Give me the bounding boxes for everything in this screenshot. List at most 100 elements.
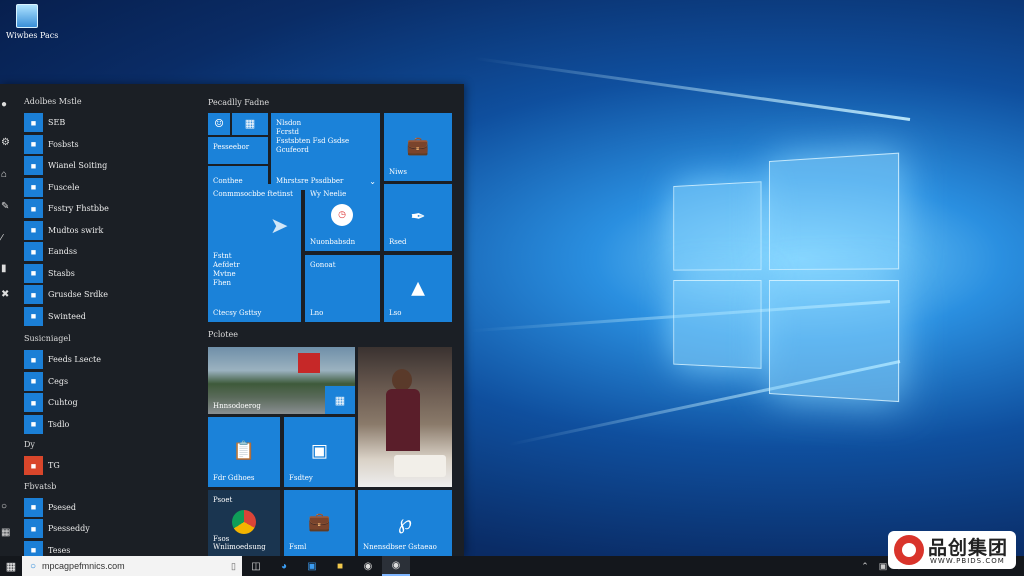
network-icon[interactable]: ▣ — [879, 561, 888, 572]
app-item[interactable]: ■ Cegs — [24, 371, 194, 393]
briefcase-icon: 💼 — [406, 135, 430, 157]
app-item[interactable]: ■ Psesed — [24, 497, 194, 519]
app-label: Stasbs — [48, 268, 75, 278]
tile-t14[interactable]: 💼 Fsml — [284, 490, 355, 556]
obs-icon: ◉ — [391, 559, 401, 571]
tile-label: Gonoat — [310, 261, 336, 269]
app-item[interactable]: ■ SEB — [24, 112, 194, 134]
app-item[interactable]: ■ Cuhtog — [24, 392, 194, 414]
recycle-bin-icon — [16, 4, 38, 28]
app-item[interactable]: ■ Psesseddy — [24, 518, 194, 540]
tile-people[interactable]: ☺ — [208, 113, 230, 135]
tile-t9[interactable]: ▲ Lso — [384, 255, 452, 322]
all-apps-icon[interactable]: ▦ — [1, 528, 11, 538]
tile-t10[interactable]: Hnnsodoerog ▦ — [208, 347, 355, 414]
app-item[interactable]: ■ Fuscele — [24, 177, 194, 199]
tile-t12[interactable]: ▣ Fsdtey — [284, 417, 355, 487]
tile-label: Nnensdbser Gstaeao — [363, 543, 437, 551]
watermark-url: WWW.PBIDS.COM — [930, 557, 1005, 565]
search-box[interactable]: ○ mpcagpefmnics.com ▯ — [22, 556, 242, 576]
brand-mark — [894, 535, 924, 565]
app-label: Teses — [48, 545, 71, 555]
tile-line: Gcufeord — [276, 146, 309, 154]
task-view-icon: ◫ — [251, 560, 261, 572]
chrome-icon: ◉ — [363, 560, 373, 572]
person-head — [392, 369, 412, 391]
app-item[interactable]: ■ Tsdlo — [24, 414, 194, 436]
search-input[interactable]: mpcagpefmnics.com — [42, 561, 125, 571]
tile-line: Fcrstd — [276, 128, 300, 136]
app-label: Fsstry Fhstbbe — [48, 204, 109, 214]
windows-logo-wallpaper — [673, 141, 912, 419]
app-item[interactable]: ■ Grusdse Srdke — [24, 284, 194, 306]
file-explorer-button[interactable]: ■ — [326, 556, 354, 576]
tile-label: Fdr Gdhoes — [213, 474, 255, 482]
tile-text: Nlsdon Fcrstd Fsstsbten Fsd Gsdse Gcufeo… — [276, 119, 349, 155]
start-menu: ● ⚙ ⌂ ✎ ∕ ▮ ✖ ○ ▦ Adolbes Mstle ■ SEB ■ Fo… — [0, 84, 464, 560]
tile-t8[interactable]: Gonoat Lno — [305, 255, 380, 322]
store-button[interactable]: ▣ — [298, 556, 326, 576]
app-item[interactable]: ■ Stasbs — [24, 263, 194, 285]
tile-t11[interactable]: 📋 Fdr Gdhoes — [208, 417, 280, 487]
app-list: Adolbes Mstle ■ SEB ■ Fosbsts ■ Wianel Soit… — [24, 92, 194, 561]
app-label: SEB — [48, 118, 66, 128]
app-label: Cuhtog — [48, 398, 78, 408]
obs-button[interactable]: ◉ — [382, 556, 410, 576]
start-button[interactable]: ▦ — [0, 556, 22, 576]
folder-icon: ■ — [336, 560, 344, 572]
tile-label: Fsml — [289, 543, 307, 551]
document-icon[interactable]: ▮ — [1, 264, 11, 274]
tile-t3[interactable]: Nlsdon Fcrstd Fsstsbten Fsd Gsdse Gcufeo… — [271, 113, 380, 190]
tile-person-photo[interactable] — [358, 347, 452, 487]
app-item[interactable]: ■ Wianel Soiting — [24, 155, 194, 177]
app-icon: ■ — [24, 156, 43, 176]
food-platter — [394, 455, 446, 477]
tools-icon[interactable]: ✖ — [1, 290, 11, 300]
tile-t7[interactable]: ✒ Rsed — [384, 184, 452, 251]
tile-line: Fhen — [213, 279, 232, 287]
app-item[interactable]: ■ TG — [24, 455, 194, 477]
app-label: Psesed — [48, 502, 76, 512]
tile-t5[interactable]: Conmmsocbbe ftetinst ➤ Fstnt Aefdetr Mvt… — [208, 184, 301, 322]
tile-line: Fsstsbten Fsd Gsdse — [276, 137, 350, 145]
app-icon: ■ — [24, 519, 43, 539]
app-item[interactable]: ■ Feeds Lsecte — [24, 349, 194, 371]
tile-t15[interactable]: ℘ Nnensdbser Gstaeao — [358, 490, 452, 556]
tile-windows[interactable]: ▦ — [232, 113, 268, 135]
video-icon — [298, 353, 320, 373]
microphone-icon[interactable]: ▯ — [231, 561, 236, 572]
chrome-icon — [232, 510, 256, 534]
user-icon[interactable]: ● — [1, 100, 11, 110]
app-item[interactable]: ■ Fsstry Fhstbbe — [24, 198, 194, 220]
person-body — [386, 389, 420, 451]
tile-t6[interactable]: Wy Neelie ◷ Nuonbabsdn — [305, 184, 380, 251]
tile-t1[interactable]: Pesseebor — [208, 137, 268, 164]
tile-t4[interactable]: 💼 Niws — [384, 113, 452, 181]
app-item[interactable]: ■ Fosbsts — [24, 134, 194, 156]
pen-icon[interactable]: ✎ — [1, 202, 11, 212]
app-item[interactable]: ■ Eandss — [24, 241, 194, 263]
app-icon: ■ — [24, 263, 43, 283]
chrome-button[interactable]: ◉ — [354, 556, 382, 576]
app-label: Psesseddy — [48, 524, 90, 534]
edit-icon[interactable]: ∕ — [1, 234, 11, 244]
edge-button[interactable]: ◕ — [270, 556, 298, 576]
tile-group-header: Pecadlly Fadne — [208, 98, 270, 107]
section-header: Dy — [24, 440, 35, 449]
app-icon: ■ — [24, 393, 43, 413]
app-label: Swinteed — [48, 311, 86, 321]
tile-t13[interactable]: Psoet Fsos Wnlimoedsung — [208, 490, 280, 556]
home-icon[interactable]: ⌂ — [1, 170, 11, 180]
power-icon[interactable]: ○ — [1, 502, 11, 512]
task-view-button[interactable]: ◫ — [242, 556, 270, 576]
app-item[interactable]: ■ Swinteed — [24, 306, 194, 328]
store-icon: ▣ — [307, 560, 317, 572]
pen-nib-icon: ✒ — [410, 205, 426, 227]
app-label: Mudtos swirk — [48, 225, 104, 235]
chevron-up-icon[interactable]: ⌃ — [861, 561, 869, 572]
desktop-icon-recycle-bin[interactable]: Wiwbes Pacs — [6, 4, 58, 40]
tile-group-header: Pclotee — [208, 330, 238, 339]
search-icon: ○ — [30, 560, 37, 572]
app-item[interactable]: ■ Mudtos swirk — [24, 220, 194, 242]
settings-icon[interactable]: ⚙ — [1, 138, 11, 148]
